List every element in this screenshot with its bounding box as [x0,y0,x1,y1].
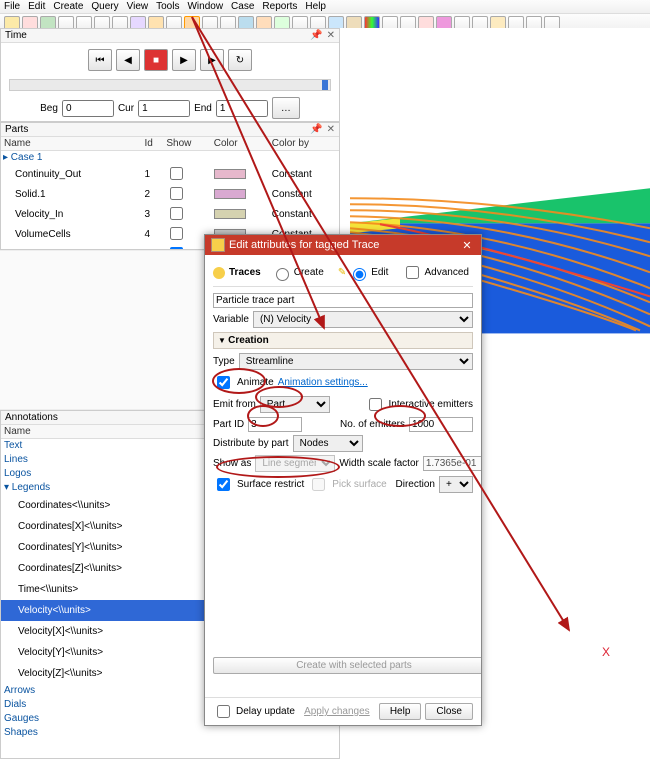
menu-tools[interactable]: Tools [156,1,179,12]
advanced-label: Advanced [424,267,468,278]
edit-icon: ✎ [338,267,346,278]
type-label: Type [213,356,235,367]
show-checkbox[interactable] [170,167,183,180]
apply-changes-link[interactable]: Apply changes [304,706,370,717]
parts-row[interactable]: Solid.12Constant [1,184,339,204]
play-button[interactable]: ▶ [172,49,196,71]
traces-tab-icon [213,267,225,279]
dialog-close-button[interactable]: ✕ [459,239,475,252]
beg-label: Beg [40,103,58,114]
create-label: Create [294,267,324,278]
time-panel: Time 📌 ✕ ⏮ ◀ ■ ▶ ▶ ↻ Beg Cur End … [0,28,340,122]
menu-edit[interactable]: Edit [28,1,45,12]
close-icon[interactable]: ✕ [327,124,335,135]
menu-window[interactable]: Window [187,1,223,12]
step-forward-button[interactable]: ▶ [200,49,224,71]
surface-restrict-checkbox[interactable] [217,478,230,491]
skip-back-button[interactable]: ⏮ [88,49,112,71]
time-panel-title: Time [5,30,27,41]
edit-trace-dialog: Edit attributes for tagged Trace ✕ Trace… [204,234,482,726]
menu-query[interactable]: Query [91,1,118,12]
emit-from-select[interactable]: Part [260,396,330,413]
menu-file[interactable]: File [4,1,20,12]
advanced-checkbox[interactable] [406,266,419,279]
type-select[interactable]: Streamline [239,353,473,370]
col-name[interactable]: Name [1,137,141,151]
menu-help[interactable]: Help [305,1,326,12]
pick-surface-checkbox [312,478,325,491]
close-button[interactable]: Close [425,703,473,720]
dialog-titlebar[interactable]: Edit attributes for tagged Trace ✕ [205,235,481,255]
axis-x-label: X [602,645,610,659]
delay-update-checkbox[interactable] [217,705,230,718]
traces-tab[interactable]: Traces [229,267,261,278]
variable-label: Variable [213,314,249,325]
end-input[interactable] [216,100,268,117]
menu-case[interactable]: Case [231,1,254,12]
create-with-selected-button[interactable]: Create with selected parts [213,657,481,674]
pin-icon[interactable]: 📌 [310,30,322,41]
parts-row[interactable]: Velocity_In3Constant [1,204,339,224]
close-icon[interactable]: ✕ [327,30,335,41]
edit-label: Edit [371,267,388,278]
help-button[interactable]: Help [379,703,422,720]
animation-settings-link[interactable]: Animation settings... [278,377,368,388]
show-checkbox[interactable] [170,187,183,200]
width-label: Width scale factor [339,458,418,469]
interactive-emitters-label: Interactive emitters [389,399,473,410]
menu-reports[interactable]: Reports [262,1,297,12]
distribute-select[interactable]: Nodes [293,435,363,452]
show-checkbox[interactable] [170,207,183,220]
interactive-emitters-checkbox[interactable] [369,398,382,411]
animate-checkbox[interactable] [217,376,230,389]
animate-label: Animate [237,377,274,388]
col-id[interactable]: Id [141,137,163,151]
no-emitters-label: No. of emitters [340,419,405,430]
show-checkbox[interactable] [170,247,183,250]
emit-from-label: Emit from [213,399,256,410]
part-name-input[interactable] [213,293,473,308]
edit-radio[interactable] [353,268,366,281]
more-button[interactable]: … [272,97,300,119]
part-id-input[interactable] [248,417,302,432]
annotations-panel-title: Annotations [5,412,58,423]
parts-panel-title: Parts [5,124,28,135]
dialog-title: Edit attributes for tagged Trace [229,239,379,251]
direction-select[interactable]: + [439,476,473,493]
pin-icon[interactable]: 📌 [310,124,322,135]
show-as-select[interactable]: Line segments [255,455,335,472]
direction-label: Direction [396,479,435,490]
creation-section[interactable]: Creation [213,332,473,349]
annotation-group[interactable]: Shapes [1,726,339,740]
menu-view[interactable]: View [127,1,149,12]
stop-button[interactable]: ■ [144,49,168,71]
loop-button[interactable]: ↻ [228,49,252,71]
col-color[interactable]: Color [211,137,269,151]
variable-select[interactable]: (N) Velocity [253,311,473,328]
cur-input[interactable] [138,100,190,117]
pick-surface-label: Pick surface [332,479,386,490]
show-as-label: Show as [213,458,251,469]
time-slider[interactable] [9,79,331,91]
part-id-label: Part ID [213,419,244,430]
cur-label: Cur [118,103,134,114]
parts-panel: Parts 📌✕ Name Id Show Color Color by ▸ C… [0,122,340,250]
col-show[interactable]: Show [163,137,210,151]
end-label: End [194,103,212,114]
col-colorby[interactable]: Color by [269,137,339,151]
distribute-label: Distribute by part [213,438,289,449]
delay-update-label: Delay update [236,706,295,717]
create-radio[interactable] [276,268,289,281]
show-checkbox[interactable] [170,227,183,240]
step-back-button[interactable]: ◀ [116,49,140,71]
dialog-icon [211,238,225,252]
surface-restrict-label: Surface restrict [237,479,304,490]
menubar[interactable]: File Edit Create Query View Tools Window… [0,0,650,14]
no-emitters-input[interactable] [409,417,473,432]
width-input [423,456,481,471]
parts-row[interactable]: Continuity_Out1Constant [1,164,339,184]
beg-input[interactable] [62,100,114,117]
menu-create[interactable]: Create [53,1,83,12]
